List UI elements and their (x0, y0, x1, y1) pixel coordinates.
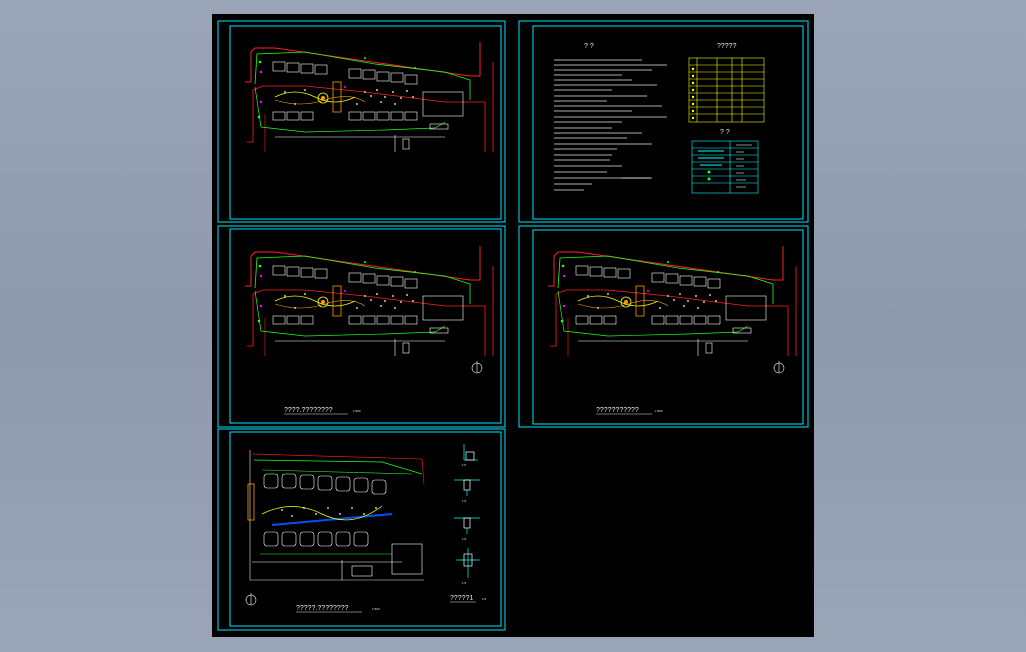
panel-5-scale: 1:500 (372, 607, 380, 611)
site-plan-3 (547, 245, 797, 357)
panel-frame-3 (217, 225, 506, 428)
drawing-sheet: ? ? ????? ? ? ????.???????? 1:500 ??????… (212, 14, 814, 637)
north-arrow-3 (773, 360, 785, 374)
detail-label-4: 1:5 (462, 581, 467, 585)
panel-5-title: ?????.???????? (296, 605, 349, 612)
site-plan-2 (244, 245, 494, 357)
details-scale: 1:5 (482, 597, 487, 601)
plant-table (688, 57, 765, 123)
panel-4-scale: 1:500 (655, 409, 663, 413)
detail-label-3: 1:5 (462, 537, 467, 541)
site-plan-1 (244, 41, 494, 153)
legend-table (691, 140, 759, 194)
panel-frame-4 (518, 225, 809, 428)
section-details (454, 444, 480, 578)
panel-3-title: ????.???????? (284, 407, 333, 414)
detail-label-1: 1:5 (462, 463, 467, 467)
notes-heading: ? ? (584, 43, 594, 50)
design-notes-panel: ? ? ????? ? ? (554, 43, 765, 194)
table-heading: ????? (717, 43, 737, 50)
panel-frame-1 (217, 20, 506, 223)
panel-4-title: ??????????? (596, 407, 639, 414)
site-plan-enlarged (247, 450, 425, 581)
panel-3-scale: 1:500 (353, 409, 361, 413)
north-arrow-2 (471, 360, 483, 374)
details-title: ?????1 (450, 595, 473, 602)
panel-frame-2 (518, 20, 809, 223)
north-arrow-5 (245, 592, 257, 606)
legend-heading: ? ? (720, 129, 730, 136)
detail-label-2: 1:5 (462, 499, 467, 503)
